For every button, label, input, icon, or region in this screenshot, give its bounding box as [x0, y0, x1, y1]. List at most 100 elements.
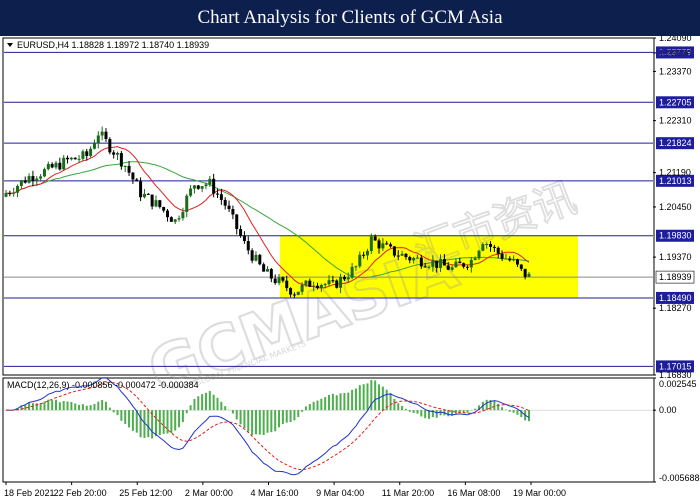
candle-body — [519, 264, 523, 269]
macd-y-tick-label: 0.00 — [659, 405, 677, 415]
candle-body — [142, 193, 146, 198]
candle-body — [419, 257, 423, 267]
candle-body — [377, 240, 381, 249]
candle-body — [392, 246, 396, 256]
candle-body — [108, 138, 112, 153]
level-label: 1.19830 — [659, 231, 692, 241]
candle-body — [423, 266, 427, 268]
candle-body — [385, 243, 389, 245]
candle-body — [223, 199, 227, 206]
candle-body — [442, 259, 446, 266]
candle-body — [323, 284, 327, 286]
candle-body — [200, 186, 204, 189]
candle-body — [85, 151, 89, 156]
candle-body — [92, 143, 96, 149]
candle-body — [227, 205, 231, 210]
candle-body — [446, 265, 450, 270]
candle-body — [77, 158, 81, 160]
candle-body — [327, 280, 331, 285]
candle-body — [496, 247, 500, 254]
y-tick-label: 1.18270 — [659, 303, 692, 313]
candle-body — [319, 284, 323, 288]
macd-y-tick-label: -0.005688 — [659, 473, 700, 483]
level-label: 1.18490 — [659, 293, 692, 303]
x-tick-label: 18 Feb 2021 — [4, 488, 55, 498]
chart-title-banner: Chart Analysis for Clients of GCM Asia — [0, 0, 700, 36]
candle-body — [527, 273, 531, 277]
candle-body — [346, 277, 350, 280]
candle-body — [454, 261, 458, 268]
candle-body — [112, 152, 116, 155]
candle-body — [450, 267, 454, 270]
candle-body — [100, 131, 104, 136]
candle-body — [515, 259, 519, 265]
candle-body — [312, 285, 316, 287]
candle-body — [269, 269, 273, 279]
candle-body — [8, 193, 12, 195]
candle-body — [439, 259, 443, 268]
candle-body — [96, 135, 100, 144]
candle-body — [16, 185, 20, 193]
x-tick-label: 9 Mar 04:00 — [316, 488, 364, 498]
candle-body — [273, 278, 277, 284]
candle-body — [389, 244, 393, 247]
x-tick-label: 4 Mar 16:00 — [251, 488, 299, 498]
candle-body — [177, 218, 181, 220]
candle-body — [315, 285, 319, 288]
x-tick-label: 11 Mar 20:00 — [382, 488, 434, 498]
candle-body — [116, 153, 120, 155]
candle-body — [219, 194, 223, 200]
candle-body — [39, 176, 43, 179]
candle-body — [66, 157, 70, 160]
candle-body — [166, 210, 170, 218]
candle-body — [427, 266, 431, 268]
candle-body — [4, 193, 8, 197]
candle-body — [185, 195, 189, 212]
candle-body — [492, 246, 496, 248]
y-tick-label: 1.21190 — [659, 168, 691, 178]
candle-body — [365, 250, 369, 256]
candle-body — [135, 179, 139, 182]
candle-body — [46, 163, 50, 170]
candle-body — [208, 178, 212, 185]
candle-body — [146, 193, 150, 195]
y-tick-label: 1.20450 — [659, 202, 692, 212]
candle-body — [358, 254, 362, 267]
candle-body — [139, 181, 143, 198]
current-price-label: 1.18939 — [659, 272, 692, 282]
candle-body — [62, 157, 66, 170]
candle-body — [250, 250, 254, 261]
candle-body — [304, 280, 308, 285]
candle-body — [473, 258, 477, 260]
candle-body — [504, 258, 508, 260]
candle-body — [489, 243, 493, 247]
candle-body — [512, 259, 516, 261]
candle-body — [477, 250, 481, 259]
candle-body — [354, 266, 358, 268]
candle-body — [300, 284, 304, 292]
candle-body — [162, 207, 166, 211]
candle-body — [158, 200, 162, 208]
candle-body — [381, 243, 385, 249]
candle-body — [277, 277, 281, 284]
candle-body — [173, 219, 177, 222]
macd-title: MACD(12,26,9) -0.000856 -0.000472 -0.000… — [7, 380, 199, 390]
candle-body — [396, 255, 400, 257]
candle-body — [431, 260, 435, 267]
candle-body — [500, 253, 504, 259]
candle-body — [266, 269, 269, 272]
candle-body — [469, 259, 473, 268]
candle-body — [154, 200, 158, 207]
candle-body — [508, 258, 512, 261]
candle-body — [485, 243, 489, 245]
candle-body — [35, 178, 39, 181]
x-tick-label: 19 Mar 00:00 — [513, 488, 566, 498]
candle-body — [131, 172, 135, 180]
candle-body — [296, 291, 300, 295]
x-tick-label: 25 Feb 12:00 — [119, 488, 172, 498]
candle-body — [435, 260, 439, 268]
candle-body — [369, 236, 373, 251]
candle-body — [408, 257, 412, 261]
candle-body — [462, 263, 466, 267]
candle-body — [23, 180, 27, 183]
